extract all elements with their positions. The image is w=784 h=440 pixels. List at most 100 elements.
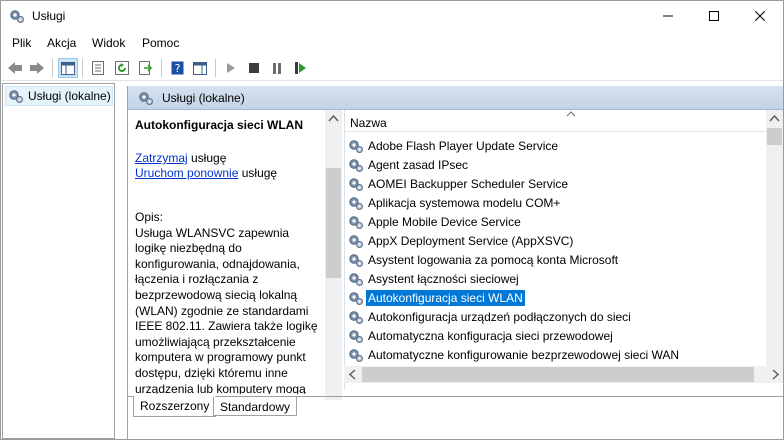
restart-service-button[interactable]	[290, 58, 310, 78]
column-header: Nazwa	[345, 110, 783, 132]
details-scrollbar[interactable]	[325, 110, 342, 400]
service-name: Apple Mobile Device Service	[368, 214, 521, 229]
service-name: Adobe Flash Player Update Service	[368, 138, 559, 153]
tab-extended[interactable]: Rozszerzony	[133, 396, 217, 417]
scroll-left-icon	[348, 369, 356, 380]
stop-line: Zatrzymaj usługę	[135, 151, 226, 165]
table-row[interactable]: AppX Deployment Service (AppXSVC)	[345, 231, 765, 250]
close-icon	[755, 11, 765, 21]
table-row[interactable]: Autokonfiguracja sieci WLAN	[345, 288, 765, 307]
service-name: Asystent logowania za pomocą konta Micro…	[368, 252, 619, 267]
table-row[interactable]: Automatyczna konfiguracja sieci przewodo…	[345, 326, 765, 345]
arrow-left-icon	[8, 62, 22, 74]
service-name: Asystent łączności sieciowej	[368, 271, 519, 286]
service-gear-icon	[349, 177, 363, 191]
back-button[interactable]	[5, 58, 25, 78]
menu-file[interactable]: Plik	[12, 36, 31, 50]
sort-ascending-icon	[566, 111, 576, 117]
pause-icon	[273, 62, 281, 74]
service-gear-icon	[349, 139, 363, 153]
export-icon	[139, 61, 153, 75]
service-name: Aplikacja systemowa modelu COM+	[368, 195, 561, 210]
services-window: Usługi Plik Akcja Widok Pomoc ? Usługi (…	[0, 0, 784, 440]
tab-standard[interactable]: Standardowy	[213, 397, 298, 416]
services-panel: Usługi (lokalne) Autokonfiguracja sieci …	[127, 86, 783, 439]
help-button[interactable]: ?	[167, 58, 187, 78]
gears-icon	[10, 10, 24, 23]
service-gear-icon	[349, 253, 363, 267]
service-gear-icon	[349, 215, 363, 229]
start-service-button[interactable]	[221, 58, 241, 78]
properties-button[interactable]	[88, 58, 108, 78]
horizontal-scroll-thumb[interactable]	[362, 367, 754, 382]
gears-icon	[139, 91, 153, 105]
list-scroll-thumb[interactable]	[767, 128, 782, 145]
panel-header: Usługi (lokalne)	[128, 86, 783, 110]
scroll-right-icon	[772, 369, 780, 380]
scroll-up-icon	[769, 114, 780, 122]
table-row[interactable]: Automatyczne konfigurowanie bezprzewodow…	[345, 345, 765, 364]
table-row[interactable]: Agent zasad IPsec	[345, 155, 765, 174]
service-name: Agent zasad IPsec	[368, 157, 469, 172]
arrow-right-icon	[30, 62, 44, 74]
service-details: Autokonfiguracja sieci WLAN Zatrzymaj us…	[128, 110, 328, 416]
table-row[interactable]: Aplikacja systemowa modelu COM+	[345, 193, 765, 212]
service-rows: Adobe Flash Player Update Service Agent z…	[345, 136, 765, 383]
menu-help[interactable]: Pomoc	[142, 36, 179, 50]
tree-item-services-local[interactable]: Usługi (lokalne)	[5, 86, 113, 106]
table-row[interactable]: Asystent łączności sieciowej	[345, 269, 765, 288]
panel-header-title: Usługi (lokalne)	[162, 90, 245, 105]
help-icon: ?	[171, 61, 183, 75]
table-row[interactable]: Asystent logowania za pomocą konta Micro…	[345, 250, 765, 269]
service-name: AppX Deployment Service (AppXSVC)	[368, 233, 574, 248]
forward-button[interactable]	[27, 58, 47, 78]
svg-text:?: ?	[174, 62, 180, 75]
scroll-up-icon	[328, 114, 339, 122]
minimize-button[interactable]	[645, 1, 691, 31]
title-bar[interactable]: Usługi	[1, 1, 783, 31]
pause-service-button[interactable]	[267, 58, 287, 78]
table-row[interactable]: Apple Mobile Device Service	[345, 212, 765, 231]
stop-service-button[interactable]	[244, 58, 264, 78]
action-pane-icon	[193, 61, 207, 75]
service-gear-icon	[349, 158, 363, 172]
show-action-pane-button[interactable]	[190, 58, 210, 78]
stop-service-link[interactable]: Zatrzymaj	[135, 151, 188, 165]
window-title: Usługi	[32, 9, 66, 23]
maximize-icon	[709, 11, 719, 21]
details-scroll-thumb[interactable]	[326, 168, 341, 278]
restart-service-link[interactable]: Uruchom ponownie	[135, 166, 238, 180]
gears-icon	[9, 90, 23, 103]
table-row[interactable]: Autokonfiguracja urządzeń podłączonych d…	[345, 307, 765, 326]
service-name: AOMEI Backupper Scheduler Service	[368, 176, 569, 191]
play-icon	[227, 63, 235, 73]
list-vertical-scrollbar[interactable]	[766, 110, 783, 381]
export-list-button[interactable]	[136, 58, 156, 78]
refresh-button[interactable]	[112, 58, 132, 78]
refresh-icon	[115, 61, 129, 75]
close-button[interactable]	[737, 1, 783, 31]
service-gear-icon	[349, 310, 363, 324]
services-list: Nazwa Adobe Flash Player Update Service A…	[344, 110, 783, 390]
table-row[interactable]: AOMEI Backupper Scheduler Service	[345, 174, 765, 193]
show-console-tree-button[interactable]	[58, 58, 78, 78]
menu-view[interactable]: Widok	[92, 36, 125, 50]
menu-action[interactable]: Akcja	[47, 36, 76, 50]
maximize-button[interactable]	[691, 1, 737, 31]
description-text: Usługa WLANSVC zapewnia logikę niezbędną…	[135, 225, 318, 394]
service-gear-icon	[349, 272, 363, 286]
service-gear-icon	[349, 348, 363, 362]
view-tabs: Rozszerzony Standardowy	[128, 396, 783, 418]
minimize-icon	[663, 15, 673, 17]
service-title: Autokonfiguracja sieci WLAN	[135, 118, 304, 132]
restart-icon	[294, 62, 306, 74]
stop-icon	[249, 63, 259, 73]
service-gear-icon	[349, 196, 363, 210]
console-tree-icon	[61, 61, 75, 75]
column-name[interactable]: Nazwa	[350, 116, 387, 130]
table-row[interactable]: Adobe Flash Player Update Service	[345, 136, 765, 155]
stop-suffix: usługę	[187, 151, 227, 165]
service-name: Autokonfiguracja sieci WLAN	[366, 289, 525, 306]
service-description: Opis: Usługa WLANSVC zapewnia logikę nie…	[135, 210, 321, 394]
list-horizontal-scrollbar[interactable]	[344, 366, 783, 383]
